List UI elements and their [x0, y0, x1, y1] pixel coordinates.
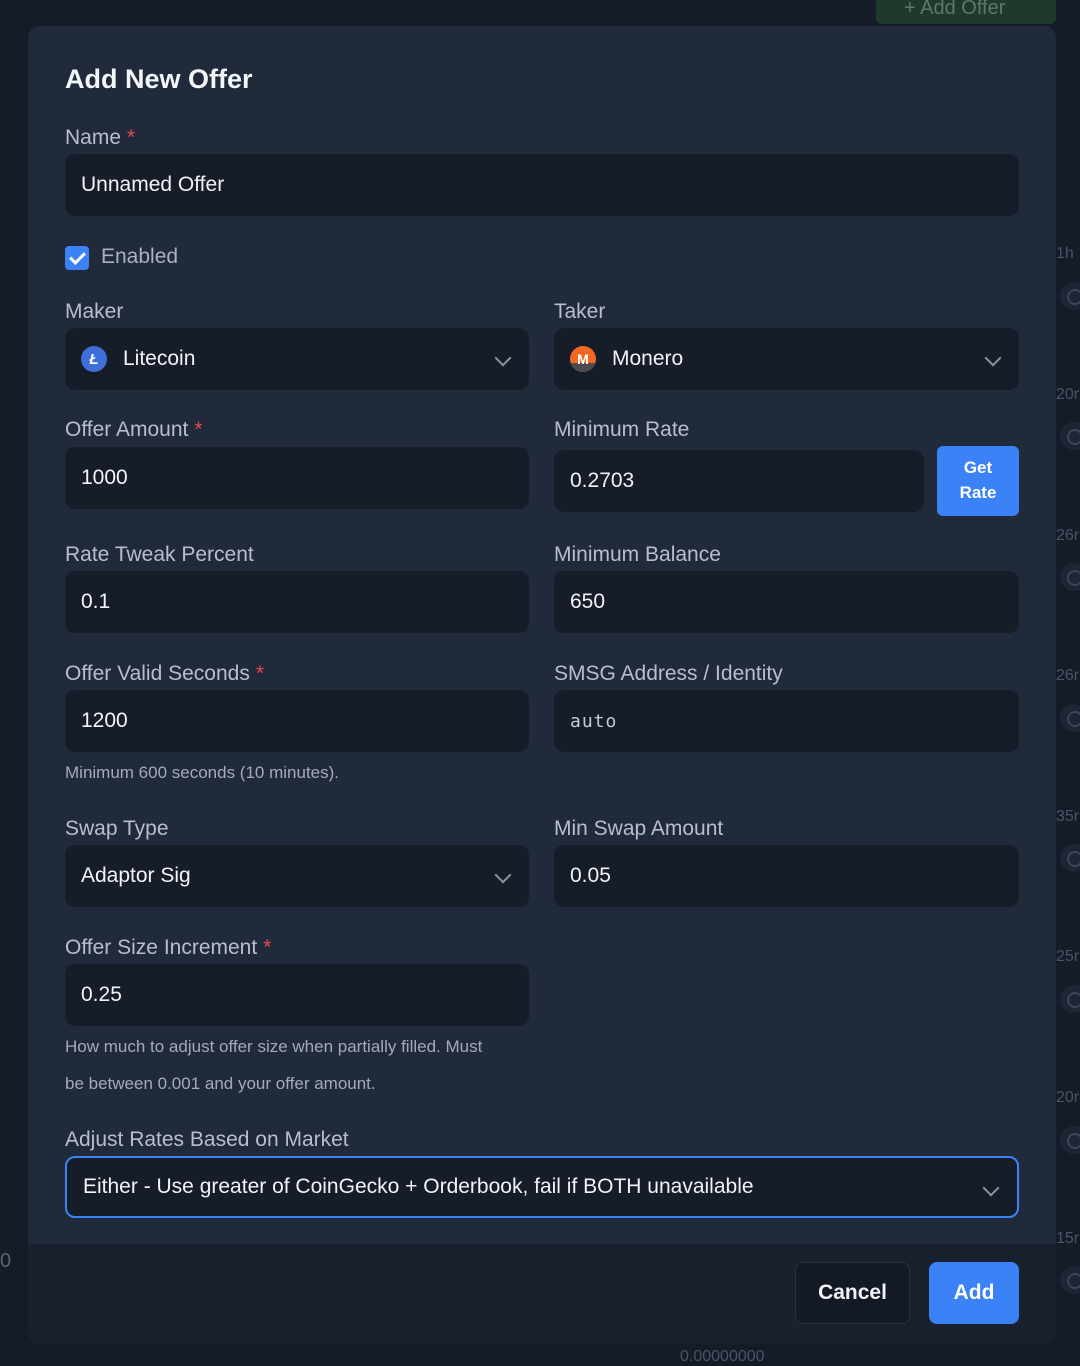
background-right-label: 26r: [1056, 527, 1080, 555]
background-clock-icon: [1060, 985, 1080, 1013]
background-clock-icon: [1060, 1266, 1080, 1294]
offer-size-increment-input[interactable]: 0.25: [65, 964, 529, 1026]
background-clock-icon: [1060, 422, 1080, 450]
background-right-label: 15r: [1056, 1230, 1080, 1258]
taker-label: Taker: [554, 300, 605, 324]
get-rate-line1: Get: [937, 455, 1019, 480]
rate-tweak-input[interactable]: 0.1: [65, 571, 529, 633]
enabled-label: Enabled: [101, 245, 178, 269]
add-offer-modal: Add New Offer Name* Unnamed Offer Enable…: [28, 26, 1056, 1344]
chevron-down-icon: [983, 1180, 1000, 1197]
min-swap-amount-input[interactable]: 0.05: [554, 845, 1019, 907]
offer-valid-seconds-hint: Minimum 600 seconds (10 minutes).: [65, 754, 339, 791]
smsg-address-input[interactable]: auto: [554, 690, 1019, 752]
modal-title: Add New Offer: [65, 64, 253, 95]
swap-type-value: Adaptor Sig: [81, 864, 191, 888]
taker-value: Monero: [612, 347, 683, 371]
monero-icon: M: [570, 346, 596, 372]
background-right-label: 25r: [1056, 948, 1080, 976]
background-right-label: 20r: [1056, 1089, 1080, 1117]
name-label: Name*: [65, 126, 135, 150]
minimum-balance-input[interactable]: 650: [554, 571, 1019, 633]
required-mark: *: [256, 662, 264, 685]
offer-amount-input[interactable]: 1000: [65, 447, 529, 509]
background-clock-icon: [1060, 282, 1080, 310]
litecoin-icon: Ł: [81, 346, 107, 372]
background-clock-icon: [1060, 704, 1080, 732]
maker-select[interactable]: Ł Litecoin: [65, 328, 529, 390]
chevron-down-icon: [985, 350, 1002, 367]
adjust-rates-select[interactable]: Either - Use greater of CoinGecko + Orde…: [65, 1156, 1019, 1218]
name-input[interactable]: Unnamed Offer: [65, 154, 1019, 216]
minimum-rate-input[interactable]: 0.2703: [554, 450, 924, 512]
background-clock-icon: [1060, 563, 1080, 591]
maker-value: Litecoin: [123, 347, 195, 371]
maker-label: Maker: [65, 300, 123, 324]
background-clock-icon: [1060, 844, 1080, 872]
cancel-button[interactable]: Cancel: [795, 1262, 910, 1324]
minimum-rate-label: Minimum Rate: [554, 418, 689, 442]
add-button[interactable]: Add: [929, 1262, 1019, 1324]
background-bottom-value: 0.00000000: [680, 1348, 765, 1366]
swap-type-select[interactable]: Adaptor Sig: [65, 845, 529, 907]
chevron-down-icon: [495, 867, 512, 884]
background-right-label: 26r: [1056, 667, 1080, 695]
offer-size-increment-label: Offer Size Increment*: [65, 936, 271, 960]
background-right-label: 20r: [1056, 386, 1080, 414]
offer-amount-label: Offer Amount*: [65, 418, 203, 442]
offer-size-increment-hint: be between 0.001 and your offer amount.: [65, 1065, 376, 1102]
chevron-down-icon: [495, 350, 512, 367]
background-clock-icon: [1060, 1126, 1080, 1154]
background-right-label: 1h: [1056, 245, 1080, 273]
background-left-value: 0: [0, 1250, 11, 1273]
min-swap-amount-label: Min Swap Amount: [554, 817, 723, 841]
smsg-address-label: SMSG Address / Identity: [554, 662, 783, 686]
offer-valid-seconds-label: Offer Valid Seconds*: [65, 662, 264, 686]
adjust-rates-label: Adjust Rates Based on Market: [65, 1128, 349, 1152]
get-rate-button[interactable]: Get Rate: [937, 446, 1019, 516]
required-mark: *: [194, 418, 202, 441]
background-right-label: 35r: [1056, 808, 1080, 836]
minimum-balance-label: Minimum Balance: [554, 543, 721, 567]
offer-size-increment-hint: How much to adjust offer size when parti…: [65, 1028, 482, 1065]
background-add-offer-button: + Add Offer: [876, 0, 1056, 24]
required-mark: *: [263, 936, 271, 959]
offer-valid-seconds-input[interactable]: 1200: [65, 690, 529, 752]
adjust-rates-value: Either - Use greater of CoinGecko + Orde…: [83, 1175, 754, 1199]
modal-body: Add New Offer Name* Unnamed Offer Enable…: [28, 26, 1056, 1244]
rate-tweak-label: Rate Tweak Percent: [65, 543, 254, 567]
required-mark: *: [127, 126, 135, 149]
enabled-checkbox[interactable]: [65, 246, 89, 270]
swap-type-label: Swap Type: [65, 817, 169, 841]
get-rate-line2: Rate: [937, 480, 1019, 505]
taker-select[interactable]: M Monero: [554, 328, 1019, 390]
